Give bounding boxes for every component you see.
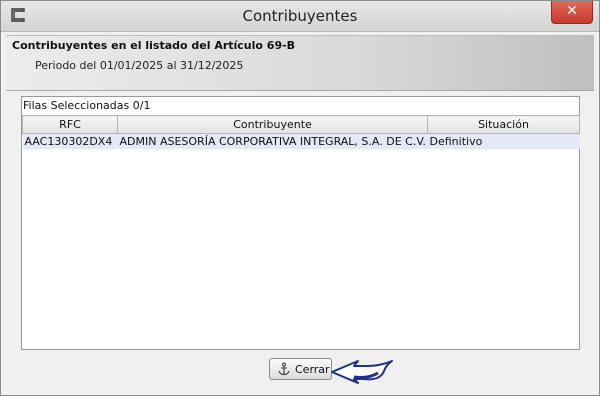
results-panel: Filas Seleccionadas 0/1 RFC Contribuyent…	[21, 96, 580, 350]
anchor-icon	[278, 362, 290, 376]
selected-rows-indicator: Filas Seleccionadas 0/1	[23, 99, 150, 112]
window-close-button[interactable]: ✕	[551, 1, 593, 24]
cerrar-button-label: Cerrar	[295, 363, 330, 376]
cell-situacion[interactable]: Definitivo	[427, 133, 580, 149]
selected-rows-label: Filas Seleccionadas	[23, 99, 130, 112]
contribuyentes-window: Contribuyentes ✕ Contribuyentes en el li…	[0, 0, 600, 396]
cerrar-button[interactable]: Cerrar	[269, 358, 332, 380]
window-title: Contribuyentes	[242, 7, 358, 25]
column-header-rfc[interactable]: RFC	[22, 115, 118, 134]
cell-contribuyente[interactable]: ADMIN ASESORÍA CORPORATIVA INTEGRAL, S.A…	[117, 133, 428, 149]
curved-arrow-icon	[331, 360, 393, 384]
selected-rows-count: 0/1	[132, 99, 151, 112]
column-header-contribuyente[interactable]: Contribuyente	[117, 115, 428, 134]
table-row[interactable]: AAC130302DX4 ADMIN ASESORÍA CORPORATIVA …	[22, 133, 580, 149]
cell-rfc[interactable]: AAC130302DX4	[22, 133, 118, 149]
title-bar[interactable]: Contribuyentes ✕	[1, 1, 599, 32]
header-period: Periodo del 01/01/2025 al 31/12/2025	[35, 59, 244, 72]
header-panel: Contribuyentes en el listado del Artícul…	[6, 35, 594, 91]
column-header-situacion[interactable]: Situación	[427, 115, 580, 134]
table-header-row: RFC Contribuyente Situación	[22, 115, 580, 134]
taxpayers-table: RFC Contribuyente Situación AAC130302DX4…	[22, 115, 580, 149]
header-title: Contribuyentes en el listado del Artícul…	[12, 39, 296, 52]
